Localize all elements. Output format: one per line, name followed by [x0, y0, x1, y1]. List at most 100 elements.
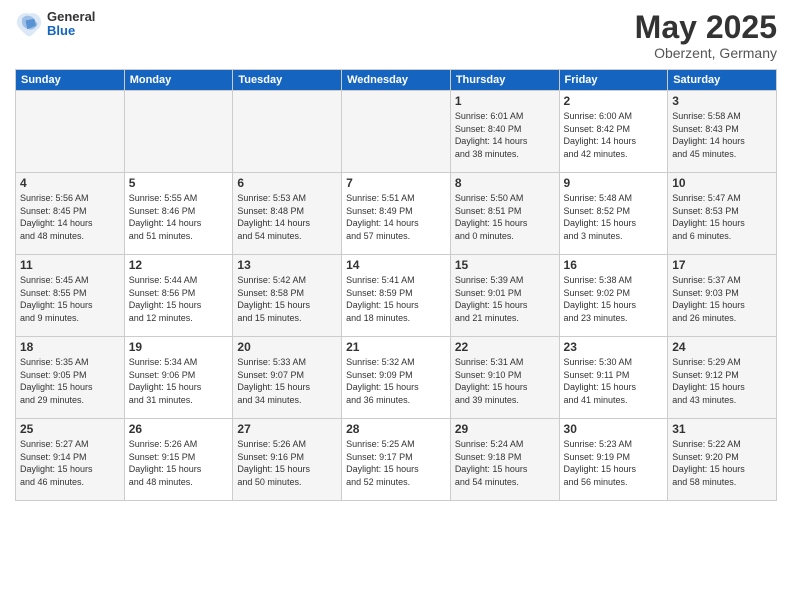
day-cell-3-4: 22 Sunrise: 5:31 AMSunset: 9:10 PMDayligh… [450, 337, 559, 419]
day-cell-1-5: 9Sunrise: 5:48 AMSunset: 8:52 PMDaylight… [559, 173, 668, 255]
day-number: 13 [237, 258, 337, 272]
day-cell-2-0: 11 Sunrise: 5:45 AMSunset: 8:55 PMDayligh… [16, 255, 125, 337]
day-cell-0-3 [342, 91, 451, 173]
day-cell-2-5: 16Sunrise: 5:38 AMSunset: 9:02 PMDayligh… [559, 255, 668, 337]
day-info: Sunrise: 5:53 AMSunset: 8:48 PMDaylight:… [237, 192, 337, 242]
header-saturday: Saturday [668, 70, 777, 91]
day-cell-0-5: 2 Sunrise: 6:00 AMSunset: 8:42 PMDaylight… [559, 91, 668, 173]
day-info: Sunrise: 5:41 AMSunset: 8:59 PMDaylight:… [346, 274, 446, 324]
header-monday: Monday [124, 70, 233, 91]
day-info: Sunrise: 5:37 AMSunset: 9:03 PMDaylight:… [672, 274, 772, 324]
calendar-table: Sunday Monday Tuesday Wednesday Thursday… [15, 69, 777, 501]
day-cell-2-6: 17 Sunrise: 5:37 AMSunset: 9:03 PMDayligh… [668, 255, 777, 337]
day-number: 21 [346, 340, 446, 354]
header-tuesday: Tuesday [233, 70, 342, 91]
week-row-1: 1 Sunrise: 6:01 AMSunset: 8:40 PMDaylight… [16, 91, 777, 173]
header-sunday: Sunday [16, 70, 125, 91]
weekday-header-row: Sunday Monday Tuesday Wednesday Thursday… [16, 70, 777, 91]
day-info: Sunrise: 5:51 AMSunset: 8:49 PMDaylight:… [346, 192, 446, 242]
day-cell-3-0: 18Sunrise: 5:35 AMSunset: 9:05 PMDayligh… [16, 337, 125, 419]
day-number: 5 [129, 176, 229, 190]
day-info: Sunrise: 5:22 AMSunset: 9:20 PMDaylight:… [672, 438, 772, 488]
logo-blue: Blue [47, 24, 95, 38]
day-cell-0-1 [124, 91, 233, 173]
day-info: Sunrise: 5:39 AMSunset: 9:01 PMDaylight:… [455, 274, 555, 324]
day-cell-4-5: 30 Sunrise: 5:23 AMSunset: 9:19 PMDayligh… [559, 419, 668, 501]
day-number: 14 [346, 258, 446, 272]
day-info: Sunrise: 5:35 AMSunset: 9:05 PMDaylight:… [20, 356, 120, 406]
day-info: Sunrise: 6:00 AMSunset: 8:42 PMDaylight:… [564, 110, 664, 160]
day-cell-1-4: 8 Sunrise: 5:50 AMSunset: 8:51 PMDaylight… [450, 173, 559, 255]
location: Oberzent, Germany [635, 45, 777, 61]
day-number: 26 [129, 422, 229, 436]
day-number: 25 [20, 422, 120, 436]
day-info: Sunrise: 6:01 AMSunset: 8:40 PMDaylight:… [455, 110, 555, 160]
week-row-3: 11 Sunrise: 5:45 AMSunset: 8:55 PMDayligh… [16, 255, 777, 337]
day-number: 20 [237, 340, 337, 354]
day-number: 22 [455, 340, 555, 354]
logo-icon [15, 10, 43, 38]
day-cell-0-4: 1 Sunrise: 6:01 AMSunset: 8:40 PMDaylight… [450, 91, 559, 173]
day-cell-2-1: 12Sunrise: 5:44 AMSunset: 8:56 PMDayligh… [124, 255, 233, 337]
day-cell-1-3: 7 Sunrise: 5:51 AMSunset: 8:49 PMDaylight… [342, 173, 451, 255]
day-number: 31 [672, 422, 772, 436]
page-header: General Blue May 2025 Oberzent, Germany [15, 10, 777, 61]
day-number: 27 [237, 422, 337, 436]
day-info: Sunrise: 5:47 AMSunset: 8:53 PMDaylight:… [672, 192, 772, 242]
day-number: 8 [455, 176, 555, 190]
day-info: Sunrise: 5:26 AMSunset: 9:15 PMDaylight:… [129, 438, 229, 488]
day-number: 24 [672, 340, 772, 354]
day-info: Sunrise: 5:27 AMSunset: 9:14 PMDaylight:… [20, 438, 120, 488]
day-info: Sunrise: 5:58 AMSunset: 8:43 PMDaylight:… [672, 110, 772, 160]
day-number: 7 [346, 176, 446, 190]
day-number: 2 [564, 94, 664, 108]
day-info: Sunrise: 5:26 AMSunset: 9:16 PMDaylight:… [237, 438, 337, 488]
day-cell-2-4: 15 Sunrise: 5:39 AMSunset: 9:01 PMDayligh… [450, 255, 559, 337]
title-area: May 2025 Oberzent, Germany [635, 10, 777, 61]
day-info: Sunrise: 5:31 AMSunset: 9:10 PMDaylight:… [455, 356, 555, 406]
day-info: Sunrise: 5:48 AMSunset: 8:52 PMDaylight:… [564, 192, 664, 242]
day-cell-2-2: 13Sunrise: 5:42 AMSunset: 8:58 PMDayligh… [233, 255, 342, 337]
day-number: 10 [672, 176, 772, 190]
day-info: Sunrise: 5:23 AMSunset: 9:19 PMDaylight:… [564, 438, 664, 488]
day-cell-0-2 [233, 91, 342, 173]
day-number: 6 [237, 176, 337, 190]
day-cell-1-2: 6 Sunrise: 5:53 AMSunset: 8:48 PMDaylight… [233, 173, 342, 255]
day-number: 12 [129, 258, 229, 272]
day-cell-1-6: 10 Sunrise: 5:47 AMSunset: 8:53 PMDayligh… [668, 173, 777, 255]
day-number: 11 [20, 258, 120, 272]
day-cell-4-1: 26 Sunrise: 5:26 AMSunset: 9:15 PMDayligh… [124, 419, 233, 501]
logo-general: General [47, 10, 95, 24]
month-title: May 2025 [635, 10, 777, 45]
logo: General Blue [15, 10, 95, 39]
logo-text: General Blue [47, 10, 95, 39]
day-info: Sunrise: 5:32 AMSunset: 9:09 PMDaylight:… [346, 356, 446, 406]
day-cell-4-4: 29Sunrise: 5:24 AMSunset: 9:18 PMDayligh… [450, 419, 559, 501]
day-cell-3-6: 24 Sunrise: 5:29 AMSunset: 9:12 PMDayligh… [668, 337, 777, 419]
day-number: 15 [455, 258, 555, 272]
week-row-5: 25 Sunrise: 5:27 AMSunset: 9:14 PMDayligh… [16, 419, 777, 501]
day-number: 1 [455, 94, 555, 108]
day-info: Sunrise: 5:56 AMSunset: 8:45 PMDaylight:… [20, 192, 120, 242]
day-number: 28 [346, 422, 446, 436]
header-friday: Friday [559, 70, 668, 91]
day-cell-0-6: 3 Sunrise: 5:58 AMSunset: 8:43 PMDaylight… [668, 91, 777, 173]
day-cell-3-2: 20Sunrise: 5:33 AMSunset: 9:07 PMDayligh… [233, 337, 342, 419]
day-info: Sunrise: 5:50 AMSunset: 8:51 PMDaylight:… [455, 192, 555, 242]
header-thursday: Thursday [450, 70, 559, 91]
day-info: Sunrise: 5:55 AMSunset: 8:46 PMDaylight:… [129, 192, 229, 242]
day-number: 19 [129, 340, 229, 354]
day-info: Sunrise: 5:25 AMSunset: 9:17 PMDaylight:… [346, 438, 446, 488]
day-info: Sunrise: 5:45 AMSunset: 8:55 PMDaylight:… [20, 274, 120, 324]
day-cell-1-0: 4Sunrise: 5:56 AMSunset: 8:45 PMDaylight… [16, 173, 125, 255]
week-row-4: 18Sunrise: 5:35 AMSunset: 9:05 PMDayligh… [16, 337, 777, 419]
day-number: 30 [564, 422, 664, 436]
day-number: 3 [672, 94, 772, 108]
day-cell-3-1: 19Sunrise: 5:34 AMSunset: 9:06 PMDayligh… [124, 337, 233, 419]
day-number: 17 [672, 258, 772, 272]
day-info: Sunrise: 5:38 AMSunset: 9:02 PMDaylight:… [564, 274, 664, 324]
week-row-2: 4Sunrise: 5:56 AMSunset: 8:45 PMDaylight… [16, 173, 777, 255]
day-info: Sunrise: 5:29 AMSunset: 9:12 PMDaylight:… [672, 356, 772, 406]
day-cell-1-1: 5 Sunrise: 5:55 AMSunset: 8:46 PMDaylight… [124, 173, 233, 255]
day-cell-2-3: 14 Sunrise: 5:41 AMSunset: 8:59 PMDayligh… [342, 255, 451, 337]
